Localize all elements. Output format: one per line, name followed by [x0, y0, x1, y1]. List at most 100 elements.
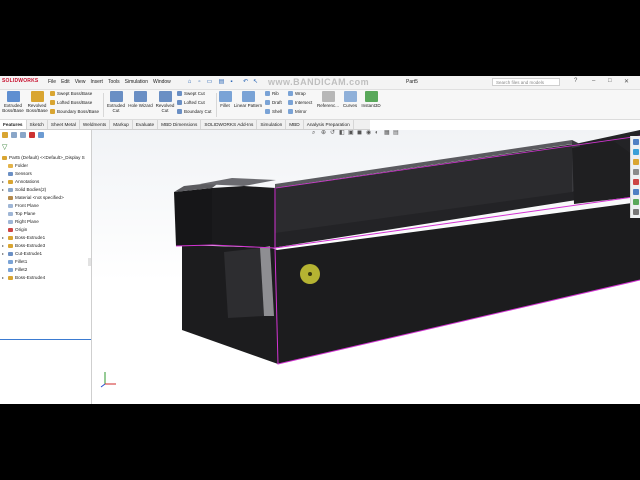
- expand-arrow-icon[interactable]: ▸: [2, 186, 4, 194]
- menu-tools[interactable]: Tools: [108, 79, 120, 85]
- tree-item-label: Top Plane: [15, 211, 36, 216]
- custom-properties-icon[interactable]: [632, 189, 639, 195]
- tab-analysis-preparation[interactable]: Analysis Preparation: [304, 120, 354, 129]
- tree-item[interactable]: ▸ Cut-Extrude1: [2, 250, 91, 258]
- hole-wizard-button[interactable]: Hole Wizard: [127, 91, 154, 108]
- instant3d-button[interactable]: Instant3D: [360, 91, 382, 108]
- command-manager: Extruded Boss/Base Revolved Boss/Base Sw…: [0, 90, 640, 120]
- view-palette-icon[interactable]: [632, 169, 639, 175]
- tab-simulation[interactable]: Simulation: [257, 120, 287, 129]
- tree-item[interactable]: ▸ Boss-Extrude3: [2, 242, 91, 250]
- tree-item[interactable]: Front Plane: [2, 202, 91, 210]
- configuration-manager-icon[interactable]: [20, 132, 26, 138]
- tree-item[interactable]: Fillet1: [2, 258, 91, 266]
- tree-item[interactable]: ▸ Annotations: [2, 178, 91, 186]
- tab-solidworks-addins[interactable]: SOLIDWORKS Add-Ins: [201, 120, 258, 129]
- appearances-icon[interactable]: [632, 179, 639, 185]
- tree-item[interactable]: Top Plane: [2, 210, 91, 218]
- tree-item[interactable]: ▸ Boss-Extrude4: [2, 274, 91, 282]
- display-manager-icon[interactable]: [38, 132, 44, 138]
- tree-item[interactable]: ▸ Boss-Extrude1: [2, 234, 91, 242]
- mirror-button[interactable]: Mirror: [288, 109, 307, 114]
- expand-arrow-icon[interactable]: ▸: [2, 178, 4, 186]
- tab-weldments[interactable]: Weldments: [80, 120, 111, 129]
- rib-button[interactable]: Rib: [265, 91, 279, 96]
- tab-mbd-dimensions[interactable]: MBD Dimensions: [158, 120, 202, 129]
- swept-cut-button[interactable]: Swept Cut: [177, 91, 205, 96]
- tree-item[interactable]: Right Plane: [2, 218, 91, 226]
- menu-bar: File Edit View Insert Tools Simulation W…: [48, 79, 171, 85]
- reference-geometry-button[interactable]: Referenc...: [316, 91, 340, 108]
- tab-sketch[interactable]: Sketch: [27, 120, 48, 129]
- tree-item-label: Fillet1: [15, 259, 28, 264]
- expand-arrow-icon[interactable]: ▸: [2, 242, 4, 250]
- home-icon[interactable]: ⌂: [186, 79, 193, 86]
- menu-view[interactable]: View: [75, 79, 86, 85]
- tab-sheet-metal[interactable]: Sheet Metal: [48, 120, 80, 129]
- undo-icon[interactable]: ↶: [242, 79, 249, 86]
- close-button[interactable]: ✕: [624, 78, 629, 85]
- menu-window[interactable]: Window: [153, 79, 171, 85]
- document-title: Part5: [406, 79, 418, 85]
- revolved-boss-button[interactable]: Revolved Boss/Base: [26, 91, 48, 113]
- extruded-boss-button[interactable]: Extruded Boss/Base: [2, 91, 24, 113]
- tree-item[interactable]: Material <not specified>: [2, 194, 91, 202]
- tree-item[interactable]: Sensors: [2, 170, 91, 178]
- file-explorer-icon[interactable]: [632, 159, 639, 165]
- tab-evaluate[interactable]: Evaluate: [133, 120, 159, 129]
- menu-simulation[interactable]: Simulation: [125, 79, 148, 85]
- pane-options-icon[interactable]: [632, 209, 639, 215]
- rollback-bar[interactable]: [0, 339, 91, 340]
- lofted-boss-button[interactable]: Lofted Boss/Base: [50, 100, 92, 105]
- filter-icon[interactable]: ▽: [2, 143, 7, 151]
- dimxpert-icon[interactable]: [29, 132, 35, 138]
- linear-pattern-button[interactable]: Linear Pattern: [233, 91, 263, 108]
- menu-edit[interactable]: Edit: [61, 79, 70, 85]
- graphics-viewport[interactable]: ⌕ ⊕ ↺ ◧ ▣ ◼ ◉ ◐ ▦ ▤: [92, 130, 640, 404]
- tree-item[interactable]: Origin: [2, 226, 91, 234]
- revolved-cut-button[interactable]: Revolved Cut: [155, 91, 175, 113]
- select-icon[interactable]: ↖: [252, 79, 259, 86]
- expand-arrow-icon[interactable]: ▸: [2, 274, 4, 282]
- design-library-icon[interactable]: [632, 149, 639, 155]
- tree-item[interactable]: ▸ Solid Bodies(2): [2, 186, 91, 194]
- help-icon[interactable]: ?: [574, 78, 577, 84]
- revolved-boss-icon: [30, 91, 44, 102]
- print-icon[interactable]: ▤: [218, 79, 225, 86]
- draft-button[interactable]: Draft: [265, 100, 282, 105]
- annotation-icon: [8, 180, 13, 184]
- search-input[interactable]: Search files and models: [492, 78, 560, 86]
- extruded-cut-button[interactable]: Extruded Cut: [106, 91, 126, 113]
- shell-button[interactable]: Shell: [265, 109, 282, 114]
- feature-manager-icon[interactable]: [2, 132, 8, 138]
- tab-mbd[interactable]: MBD: [286, 120, 304, 129]
- open-icon[interactable]: ▭: [206, 79, 213, 86]
- extrude-icon: [8, 236, 13, 240]
- tab-features[interactable]: Features: [0, 120, 27, 129]
- solidworks-resources-icon[interactable]: [632, 139, 639, 145]
- swept-boss-button[interactable]: Swept Boss/Base: [50, 91, 92, 96]
- menu-file[interactable]: File: [48, 79, 56, 85]
- forum-icon[interactable]: [632, 199, 639, 205]
- wrap-button[interactable]: Wrap: [288, 91, 306, 96]
- tab-markup[interactable]: Markup: [110, 120, 133, 129]
- lofted-cut-button[interactable]: Lofted Cut: [177, 100, 205, 105]
- save-icon[interactable]: ▪: [228, 79, 235, 86]
- intersect-button[interactable]: Intersect: [288, 100, 312, 105]
- property-manager-icon[interactable]: [11, 132, 17, 138]
- menu-insert[interactable]: Insert: [90, 79, 103, 85]
- curves-button[interactable]: Curves: [342, 91, 358, 108]
- boundary-boss-button[interactable]: Boundary Boss/Base: [50, 109, 99, 114]
- minimize-button[interactable]: –: [592, 78, 595, 84]
- tree-item[interactable]: Fillet2: [2, 266, 91, 274]
- boundary-cut-button[interactable]: Boundary Cut: [177, 109, 212, 114]
- fillet-button[interactable]: Fillet: [218, 91, 232, 108]
- expand-arrow-icon[interactable]: ▸: [2, 234, 4, 242]
- tree-item[interactable]: Folder: [2, 162, 91, 170]
- tree-root[interactable]: Part5 (Default) <<Default>_Display S: [2, 154, 91, 162]
- model-part[interactable]: [174, 130, 640, 365]
- panel-collapse-handle[interactable]: [88, 258, 91, 266]
- maximize-button[interactable]: □: [608, 78, 612, 84]
- expand-arrow-icon[interactable]: ▸: [2, 250, 4, 258]
- new-document-icon[interactable]: ▫: [196, 79, 203, 86]
